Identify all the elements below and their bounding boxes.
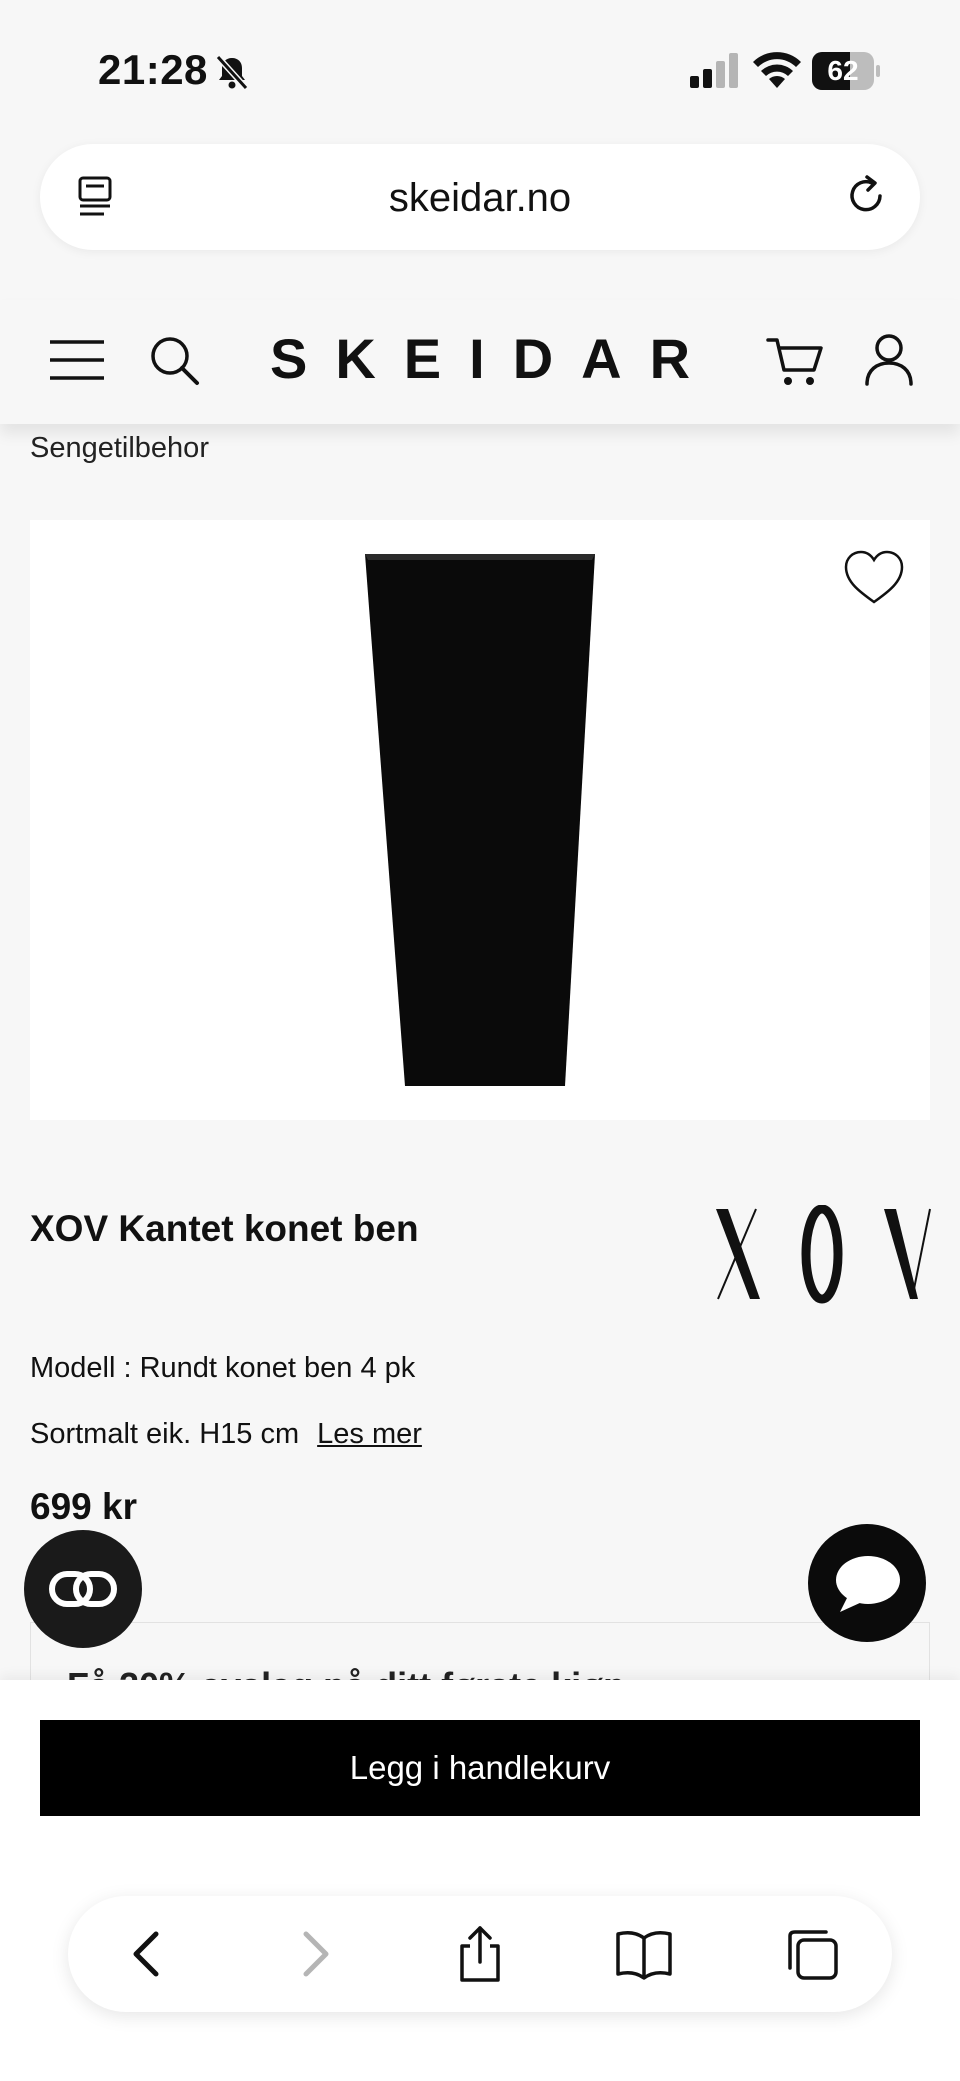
brand-logo[interactable] bbox=[712, 1205, 932, 1305]
signal-icon bbox=[690, 53, 738, 88]
forward-icon[interactable] bbox=[284, 1924, 344, 1984]
product-price: 699 kr bbox=[30, 1486, 137, 1527]
wifi-icon bbox=[753, 52, 801, 88]
share-icon[interactable] bbox=[450, 1924, 510, 1984]
read-more-link[interactable]: Les mer bbox=[317, 1418, 422, 1450]
accessibility-icon bbox=[49, 1571, 117, 1607]
accessibility-button[interactable] bbox=[24, 1530, 142, 1648]
site-header: SKEIDAR bbox=[0, 300, 960, 424]
user-icon[interactable] bbox=[864, 332, 914, 386]
add-to-cart-button[interactable]: Legg i handlekurv bbox=[40, 1720, 920, 1816]
cart-icon[interactable] bbox=[766, 334, 824, 388]
product-image[interactable] bbox=[30, 520, 930, 1120]
chat-button[interactable] bbox=[808, 1524, 926, 1642]
status-time: 21:28 bbox=[98, 46, 208, 93]
description-text: Sortmalt eik. H15 cm bbox=[30, 1418, 300, 1450]
url-text[interactable]: skeidar.no bbox=[40, 176, 920, 221]
chat-icon bbox=[836, 1556, 900, 1612]
bell-slash-icon bbox=[215, 54, 249, 91]
product-model: Modell : Rundt konet ben 4 pk bbox=[30, 1352, 416, 1384]
back-icon[interactable] bbox=[118, 1924, 178, 1984]
browser-toolbar bbox=[68, 1896, 892, 2012]
product-title: XOV Kantet konet ben bbox=[30, 1208, 419, 1249]
address-bar[interactable]: skeidar.no bbox=[40, 144, 920, 250]
heart-icon[interactable] bbox=[842, 548, 906, 606]
bottom-panel: Legg i handlekurv bbox=[0, 1680, 960, 2081]
product-description: Sortmalt eik. H15 cm Les mer bbox=[30, 1418, 422, 1451]
tabs-overview-icon[interactable] bbox=[782, 1924, 842, 1984]
battery-icon: 62 bbox=[812, 52, 880, 90]
promo-banner[interactable]: Få 20% avslag på ditt første kjøp bbox=[30, 1622, 930, 1683]
reload-icon[interactable] bbox=[842, 172, 890, 220]
bookmarks-icon[interactable] bbox=[614, 1924, 674, 1984]
battery-percentage: 62 bbox=[827, 55, 859, 86]
breadcrumb[interactable]: Sengetilbehor bbox=[30, 432, 209, 465]
product-photo-leg bbox=[365, 554, 595, 1086]
